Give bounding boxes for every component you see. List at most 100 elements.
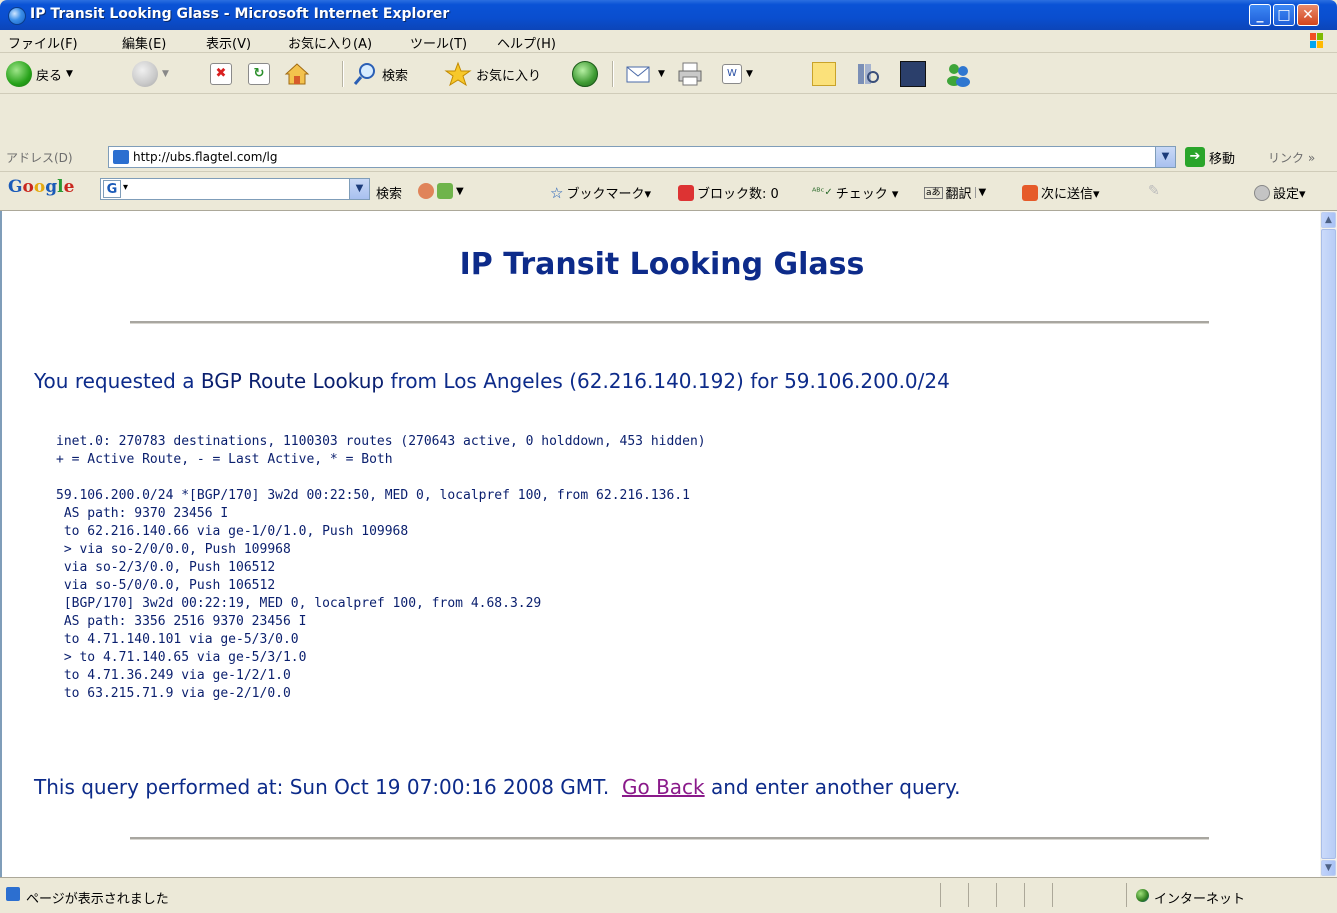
edit-dropdown-icon[interactable]: ▼: [746, 69, 753, 79]
google-g-icon[interactable]: G: [103, 180, 121, 198]
page-done-icon: [6, 887, 20, 901]
toolbar: 戻る ▼ ▼ ✖ ↻ 検索 お気に入り ▼ W ▼: [0, 53, 1337, 143]
forward-arrow-icon: [132, 61, 158, 87]
search-button[interactable]: 検索: [352, 59, 408, 89]
menu-view[interactable]: 表示(V): [206, 33, 251, 52]
security-zone: インターネット: [1154, 892, 1246, 907]
menu-edit[interactable]: 編集(E): [122, 33, 166, 52]
google-search-dropdown-icon[interactable]: ▼: [349, 179, 369, 199]
back-dropdown-icon[interactable]: ▼: [66, 69, 73, 79]
address-dropdown-icon[interactable]: ▼: [1155, 147, 1175, 167]
footer-suffix: and enter another query.: [704, 775, 961, 799]
back-button[interactable]: 戻る ▼: [6, 59, 73, 89]
window-title: IP Transit Looking Glass - Microsoft Int…: [30, 6, 450, 22]
maximize-button[interactable]: □: [1273, 4, 1295, 26]
scroll-down-icon[interactable]: ▼: [1321, 860, 1336, 876]
address-input[interactable]: http://ubs.flagtel.com/lg ▼: [108, 146, 1176, 168]
translate-button[interactable]: aあ 翻訳 ▼: [924, 183, 986, 202]
back-arrow-icon: [6, 61, 32, 87]
mail-dropdown-icon[interactable]: ▼: [658, 69, 665, 79]
menu-file[interactable]: ファイル(F): [8, 33, 78, 52]
refresh-button[interactable]: ↻: [248, 59, 270, 89]
translate-dropdown-icon[interactable]: ▼: [974, 187, 986, 198]
back-label: 戻る: [36, 68, 63, 84]
favorites-star-icon: [444, 61, 472, 87]
bookmarks-button[interactable]: ☆ ブックマーク▾: [550, 183, 651, 203]
query-footer: This query performed at: Sun Oct 19 07:0…: [34, 775, 961, 799]
google-g-dropdown-icon[interactable]: ▾: [123, 182, 128, 193]
google-search-label: 検索: [376, 187, 403, 202]
forward-dropdown-icon[interactable]: ▼: [162, 69, 169, 79]
refresh-icon: ↻: [248, 63, 270, 85]
history-button[interactable]: [572, 59, 598, 89]
edit-button[interactable]: W ▼: [722, 59, 753, 89]
windows-logo-icon: [1310, 33, 1323, 48]
menu-favorites[interactable]: お気に入り(A): [288, 33, 372, 52]
send-to-icon: [1022, 184, 1038, 201]
bookmark-star-icon: ☆: [550, 183, 564, 202]
page-icon: [113, 150, 129, 164]
settings-button[interactable]: 設定▾: [1254, 183, 1306, 202]
research-icon: [858, 64, 879, 84]
pagerank-icon: [418, 183, 434, 199]
status-divider: [968, 883, 969, 907]
print-button[interactable]: [676, 59, 704, 89]
menu-tools[interactable]: ツール(T): [410, 33, 467, 52]
popup-blocker-button[interactable]: ブロック数: 0: [678, 183, 779, 202]
mail-button[interactable]: ▼: [624, 59, 665, 89]
scroll-up-icon[interactable]: ▲: [1321, 212, 1336, 228]
vertical-scrollbar[interactable]: ▲ ▼: [1320, 211, 1337, 877]
status-divider: [1024, 883, 1025, 907]
favorites-button[interactable]: お気に入り: [444, 59, 541, 89]
stop-icon: ✖: [210, 63, 232, 85]
messenger-button[interactable]: [944, 59, 972, 89]
request-detail: from Los Angeles (62.216.140.192) for 59…: [384, 369, 950, 393]
query-timestamp: This query performed at: Sun Oct 19 07:0…: [34, 775, 622, 799]
top-divider: [130, 321, 1209, 324]
spellcheck-button[interactable]: ᴬᴮᶜ✓ チェック ▾: [812, 183, 898, 202]
status-divider: [940, 883, 941, 907]
translate-icon: aあ: [924, 186, 943, 199]
research-button[interactable]: [854, 59, 880, 89]
note-icon: [812, 62, 836, 86]
messenger-tool-button[interactable]: [900, 59, 926, 89]
highlighter-button[interactable]: ✎: [1148, 183, 1160, 199]
blocked-count-label: ブロック数: 0: [697, 187, 779, 202]
go-back-link[interactable]: Go Back: [622, 775, 705, 799]
google-tools-button[interactable]: ▼: [418, 183, 464, 199]
send-to-label: 次に送信▾: [1041, 187, 1100, 202]
go-button[interactable]: ➔ 移動: [1185, 147, 1235, 167]
title-bar[interactable]: IP Transit Looking Glass - Microsoft Int…: [0, 0, 1337, 30]
status-text: ページが表示されました: [26, 892, 169, 907]
spellcheck-label: チェック ▾: [835, 187, 899, 202]
google-search-input[interactable]: G ▾ ▼: [100, 178, 370, 200]
links-button[interactable]: リンク »: [1268, 149, 1315, 166]
menu-help[interactable]: ヘルプ(H): [497, 33, 556, 52]
standard-buttons-bar: 戻る ▼ ▼ ✖ ↻ 検索 お気に入り ▼ W ▼: [0, 53, 1337, 94]
google-toolbar: Google G ▾ ▼ 検索 ▼ ☆ ブックマーク▾ ブロック数: 0 ᴬᴮᶜ…: [0, 172, 1337, 211]
status-divider: [996, 883, 997, 907]
status-divider: [1052, 883, 1053, 907]
discuss-button[interactable]: [812, 59, 836, 89]
close-button[interactable]: ✕: [1297, 4, 1319, 26]
toolbar-separator: [342, 61, 344, 87]
spellcheck-icon: ᴬᴮᶜ✓: [812, 187, 833, 198]
google-tools-dropdown-icon: ▼: [456, 185, 464, 197]
google-search-button[interactable]: 検索: [376, 183, 402, 202]
popup-blocker-icon: [678, 184, 694, 201]
address-bar: アドレス(D) http://ubs.flagtel.com/lg ▼ ➔ 移動…: [0, 143, 1337, 172]
page-title: IP Transit Looking Glass: [459, 247, 865, 282]
status-bar: ページが表示されました インターネット: [0, 877, 1337, 913]
settings-label: 設定▾: [1273, 187, 1306, 202]
search-label: 検索: [382, 68, 409, 84]
stop-button[interactable]: ✖: [210, 59, 232, 89]
forward-button[interactable]: ▼: [132, 59, 169, 89]
google-tools-icon: [437, 183, 453, 199]
minimize-button[interactable]: _: [1249, 4, 1271, 26]
google-logo: Google: [8, 177, 75, 197]
media-icon: [900, 61, 926, 87]
scrollbar-thumb[interactable]: [1321, 229, 1336, 859]
home-button[interactable]: [284, 59, 310, 89]
send-to-button[interactable]: 次に送信▾: [1022, 183, 1100, 202]
address-url[interactable]: http://ubs.flagtel.com/lg: [133, 150, 277, 164]
